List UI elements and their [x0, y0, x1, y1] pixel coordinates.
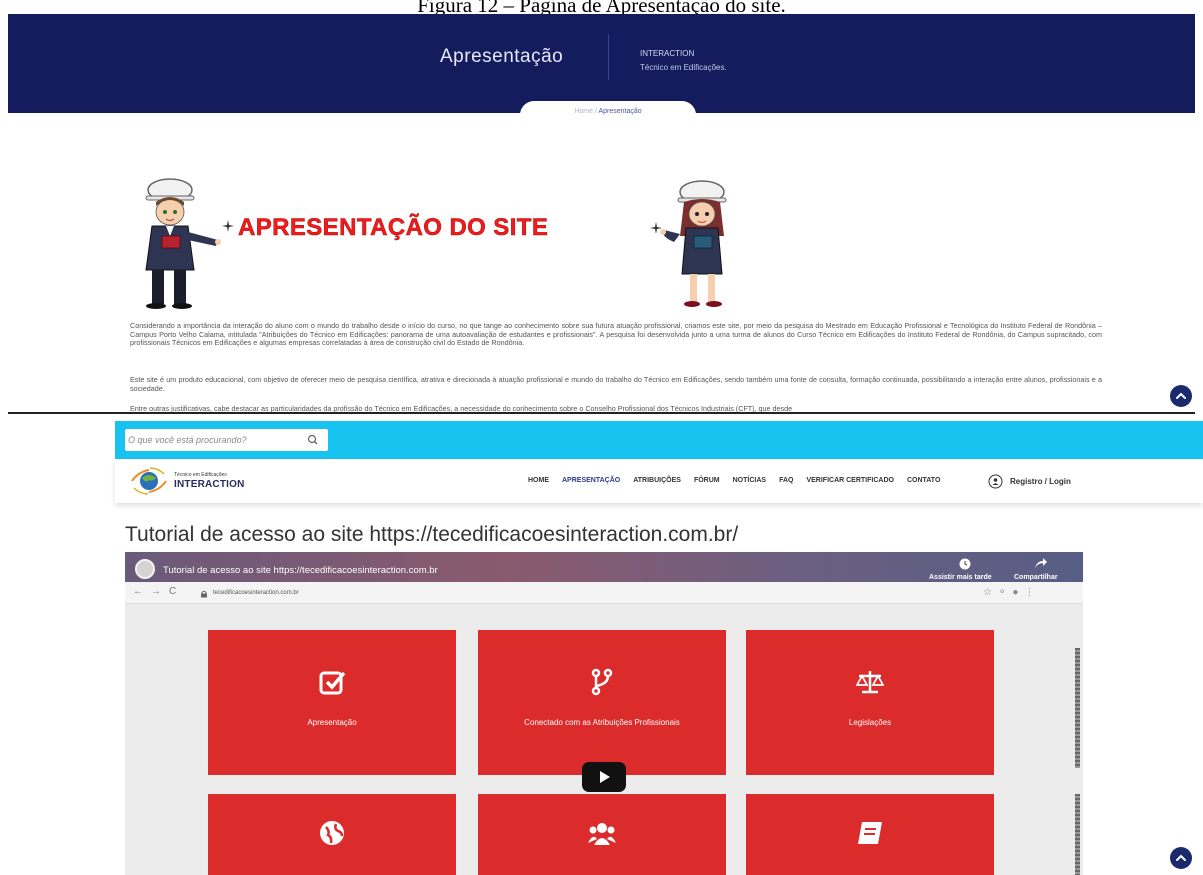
hero-subtitle: Técnico em Edificações.: [640, 63, 727, 72]
browser-nav-icons: ←→C: [133, 586, 185, 597]
tile-label: Apresentação: [307, 718, 357, 727]
nav-item-faq[interactable]: FAQ: [779, 477, 793, 484]
presentation-page-screenshot: Apresentação INTERACTION Técnico em Edif…: [8, 14, 1195, 414]
play-button[interactable]: [582, 762, 626, 792]
nav-item-contato[interactable]: CONTATO: [907, 477, 940, 484]
user-circle-icon: [988, 474, 1003, 488]
breadcrumb-home-link[interactable]: Home: [574, 108, 593, 115]
main-nav: HOME APRESENTAÇÃO ATRIBUIÇÕES FÓRUM NOTÍ…: [528, 477, 940, 484]
share-arrow-icon[interactable]: [1034, 557, 1048, 569]
browser-address-bar: ←→C tecedificacoesinteraction.com.br ☆⚬●…: [125, 582, 1083, 604]
tile-book: [746, 794, 994, 875]
chevron-up-icon: [1176, 392, 1186, 399]
globe-icon: [320, 821, 344, 845]
browser-url: tecedificacoesinteraction.com.br: [213, 590, 299, 596]
video-title[interactable]: Tutorial de acesso ao site https://teced…: [163, 565, 438, 576]
nav-item-noticias[interactable]: NOTÍCIAS: [733, 477, 766, 484]
search-icon[interactable]: [305, 432, 321, 448]
tile-conectado-atribuicoes: Conectado com as Atribuições Profissiona…: [478, 630, 726, 775]
boy-engineer-illustration: [145, 178, 221, 309]
banner-title: APRESENTAÇÃO DO SITE: [238, 214, 549, 242]
logo-tagline: Técnico em Edificações: [174, 472, 227, 478]
users-icon: [588, 823, 616, 845]
intro-paragraph: Considerando a importância da interação …: [130, 321, 1102, 348]
tile-legislacoes: Legislações: [746, 630, 994, 775]
nav-item-verificar-certificado[interactable]: VERIFICAR CERTIFICADO: [806, 477, 894, 484]
chevron-up-icon: [1176, 854, 1186, 861]
tile-users: [478, 794, 726, 875]
tutorial-video-embed[interactable]: Tutorial de acesso ao site https://teced…: [125, 552, 1083, 875]
login-label: Registro / Login: [1010, 476, 1071, 486]
nav-item-atribuicoes[interactable]: ATRIBUIÇÕES: [633, 477, 681, 484]
clock-icon[interactable]: [959, 558, 971, 570]
breadcrumb-separator: /: [594, 108, 597, 115]
breadcrumb-current: Apresentação: [598, 108, 642, 115]
hero-banner: Apresentação INTERACTION Técnico em Edif…: [8, 14, 1195, 113]
scroll-top-button[interactable]: [1170, 385, 1192, 407]
presentation-banner: APRESENTAÇÃO DO SITE: [126, 174, 746, 309]
video-title-bar: Tutorial de acesso ao site https://teced…: [125, 552, 1083, 582]
breadcrumb: Home / Apresentação: [520, 101, 696, 123]
scroll-top-button[interactable]: [1170, 847, 1192, 869]
browser-extension-icons: ☆⚬●⋮: [983, 587, 1041, 598]
checkbox-icon: [319, 671, 346, 695]
nav-item-forum[interactable]: FÓRUM: [694, 477, 720, 484]
watch-later-button[interactable]: Assistir mais tarde: [929, 574, 992, 581]
speech-sparkle-icon: [222, 220, 234, 232]
girl-engineer-illustration: [660, 180, 727, 307]
share-button[interactable]: Compartilhar: [1014, 574, 1058, 581]
code-branch-icon: [591, 668, 613, 696]
figure-caption: Figura 12 – Página de Apresentação do si…: [417, 0, 786, 14]
login-button[interactable]: Registro / Login: [988, 474, 1071, 488]
balance-scale-icon: [856, 671, 884, 694]
tutorial-heading: Tutorial de acesso ao site https://teced…: [125, 523, 739, 546]
nav-item-home[interactable]: HOME: [528, 477, 549, 484]
screenshot-divider: [8, 412, 1195, 414]
scroll-strip: [1075, 794, 1080, 875]
tile-label: Legislações: [848, 718, 892, 727]
interaction-logo-icon[interactable]: [128, 466, 170, 496]
purpose-paragraph: Este site é um produto educacional, com …: [130, 375, 1102, 393]
tile-label: Conectado com as Atribuições Profissiona…: [524, 718, 680, 727]
tile-globe: [208, 794, 456, 875]
logo-name: INTERACTION: [174, 479, 245, 490]
hero-divider: [608, 34, 609, 80]
channel-avatar[interactable]: [135, 559, 155, 579]
nav-item-apresentacao[interactable]: APRESENTAÇÃO: [562, 477, 620, 484]
search-box: [125, 429, 328, 451]
book-icon: [858, 822, 882, 844]
hero-brand: INTERACTION: [640, 49, 695, 58]
lock-icon: [201, 590, 207, 598]
search-input[interactable]: [128, 432, 296, 448]
play-icon: [600, 771, 610, 783]
tile-apresentacao: Apresentação: [208, 630, 456, 775]
scroll-strip: [1075, 648, 1080, 768]
page-title: Apresentação: [440, 46, 564, 67]
